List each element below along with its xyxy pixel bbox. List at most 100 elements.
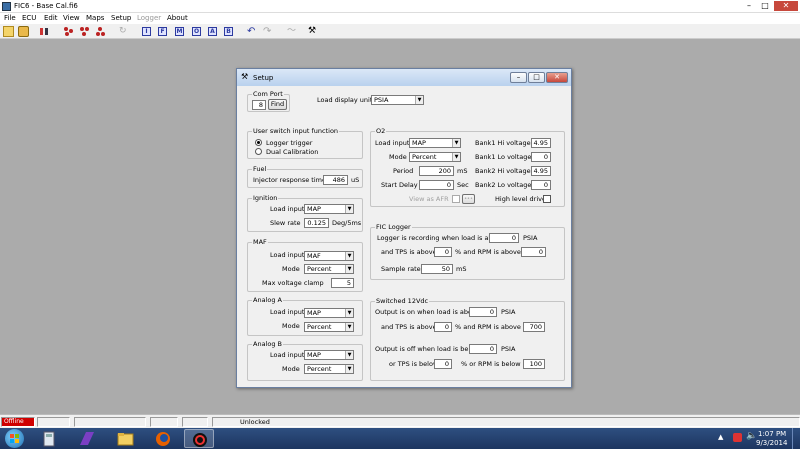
taskbar-date[interactable]: 9/3/2014 xyxy=(756,439,787,447)
output-off-tps-field[interactable]: 0 xyxy=(434,359,452,369)
dialog-minimize-button[interactable]: – xyxy=(510,72,527,83)
bank2-lo-field[interactable]: 0 xyxy=(531,180,551,190)
file-explorer-icon[interactable] xyxy=(110,429,140,448)
red-dots-icon-1[interactable] xyxy=(63,26,74,37)
afr-settings-button[interactable]: ••• xyxy=(462,194,475,204)
logger-recording-field[interactable]: 0 xyxy=(489,233,519,243)
analog-a-load-input-select[interactable]: MAP ▼ xyxy=(304,308,354,318)
o2-load-input-select[interactable]: MAP ▼ xyxy=(409,138,461,148)
dialog-close-button[interactable]: ✕ xyxy=(546,72,568,83)
toolbar-i-icon[interactable]: I xyxy=(142,27,151,36)
close-button[interactable]: ✕ xyxy=(774,1,798,11)
high-level-drive-checkbox[interactable] xyxy=(543,195,551,203)
status-cell-5 xyxy=(182,417,208,427)
start-delay-field[interactable]: 0 xyxy=(419,180,454,190)
toolbar-a-icon[interactable]: A xyxy=(208,27,217,36)
sample-rate-field[interactable]: 50 xyxy=(421,264,453,274)
find-button[interactable]: Find xyxy=(268,99,287,110)
o2-mode-value: Percent xyxy=(412,153,437,161)
output-off-field[interactable]: 0 xyxy=(469,344,497,354)
slew-rate-field[interactable]: 0.125 xyxy=(304,218,329,228)
output-on-tps-label: and TPS is above xyxy=(381,323,437,331)
bank1-hi-field[interactable]: 4.95 xyxy=(531,138,551,148)
status-bar: Offline Unlocked xyxy=(0,414,800,428)
red-dots-icon-2[interactable] xyxy=(79,26,90,37)
dual-calibration-radio[interactable] xyxy=(255,148,262,155)
chevron-down-icon: ▼ xyxy=(345,309,353,317)
o2-mode-select[interactable]: Percent ▼ xyxy=(409,152,461,162)
analog-b-load-input-label: Load input xyxy=(270,351,305,359)
maf-mode-value: Percent xyxy=(307,265,332,273)
setup-tools-icon[interactable]: ⚒ xyxy=(308,26,319,37)
analog-a-mode-label: Mode xyxy=(282,322,300,330)
menu-setup[interactable]: Setup xyxy=(111,14,131,22)
analog-b-load-input-select[interactable]: MAP ▼ xyxy=(304,350,354,360)
bank1-lo-field[interactable]: 0 xyxy=(531,152,551,162)
view-as-afr-checkbox[interactable] xyxy=(452,195,460,203)
logger-trigger-radio[interactable] xyxy=(255,139,262,146)
chevron-down-icon: ▼ xyxy=(415,96,423,104)
connect-icon[interactable] xyxy=(39,26,50,37)
output-on-field[interactable]: 0 xyxy=(469,307,497,317)
dialog-maximize-button[interactable]: □ xyxy=(528,72,545,83)
toolbar-b-icon[interactable]: B xyxy=(224,27,233,36)
start-delay-unit: Sec xyxy=(457,181,469,189)
maximize-button[interactable]: □ xyxy=(758,1,772,11)
menu-edit[interactable]: Edit xyxy=(44,14,58,22)
chevron-down-icon: ▼ xyxy=(452,139,460,147)
firefox-icon[interactable] xyxy=(148,429,178,448)
fuel-label: Fuel xyxy=(252,165,268,173)
logger-rpm-field[interactable]: 0 xyxy=(521,247,546,257)
analog-b-mode-select[interactable]: Percent ▼ xyxy=(304,364,354,374)
ignition-load-input-value: MAP xyxy=(307,205,321,213)
menu-view[interactable]: View xyxy=(63,14,80,22)
output-off-rpm-field[interactable]: 100 xyxy=(523,359,545,369)
redo-icon[interactable]: ↷ xyxy=(263,26,274,37)
calculator-icon[interactable] xyxy=(34,429,64,448)
logger-tps-field[interactable]: 0 xyxy=(434,247,452,257)
menu-maps[interactable]: Maps xyxy=(86,14,104,22)
user-switch-group: User switch input function Logger trigge… xyxy=(247,127,363,159)
injector-response-label: Injector response time xyxy=(253,176,326,184)
graph-disabled-icon[interactable]: 〜 xyxy=(287,26,298,37)
setup-tools-icon: ⚒ xyxy=(241,72,249,81)
onenote-icon[interactable] xyxy=(72,429,102,448)
undo-icon[interactable]: ↶ xyxy=(247,26,258,37)
start-button[interactable] xyxy=(5,429,24,448)
tray-flag-icon[interactable] xyxy=(733,433,742,442)
ignition-load-input-select[interactable]: MAP ▼ xyxy=(304,204,354,214)
open-file-icon[interactable] xyxy=(3,26,14,37)
bank2-hi-field[interactable]: 4.95 xyxy=(531,166,551,176)
period-field[interactable]: 200 xyxy=(419,166,454,176)
com-port-field[interactable]: 8 xyxy=(252,100,266,110)
output-on-tps-field[interactable]: 0 xyxy=(434,322,452,332)
max-voltage-clamp-field[interactable]: 5 xyxy=(331,278,354,288)
tray-chevron-up-icon[interactable]: ▲ xyxy=(718,433,723,441)
toolbar-o-icon[interactable]: O xyxy=(192,27,201,36)
slew-rate-label: Slew rate xyxy=(270,219,301,227)
o2-label: O2 xyxy=(375,127,387,135)
menu-ecu[interactable]: ECU xyxy=(22,14,36,22)
status-cell-2 xyxy=(37,417,70,427)
fic6-app-icon[interactable] xyxy=(184,429,214,448)
taskbar-time[interactable]: 1:07 PM xyxy=(758,430,786,438)
toolbar-f-icon[interactable]: F xyxy=(158,27,167,36)
injector-response-field[interactable]: 486 xyxy=(323,175,348,185)
maf-load-input-select[interactable]: MAF ▼ xyxy=(304,251,354,261)
open-folder-icon[interactable] xyxy=(18,26,29,37)
load-display-units-select[interactable]: PSIA ▼ xyxy=(371,95,424,105)
output-on-rpm-field[interactable]: 700 xyxy=(523,322,545,332)
menu-file[interactable]: File xyxy=(4,14,16,22)
refresh-disabled-icon[interactable]: ↻ xyxy=(119,26,130,37)
analog-a-mode-select[interactable]: Percent ▼ xyxy=(304,322,354,332)
show-desktop-button[interactable] xyxy=(792,428,800,449)
minimize-button[interactable]: – xyxy=(742,1,756,11)
maf-mode-select[interactable]: Percent ▼ xyxy=(304,264,354,274)
red-dots-icon-3[interactable] xyxy=(95,26,106,37)
menu-logger[interactable]: Logger xyxy=(137,14,161,22)
analog-a-load-input-label: Load input xyxy=(270,308,305,316)
user-switch-label: User switch input function xyxy=(252,127,340,135)
o2-mode-label: Mode xyxy=(389,153,407,161)
toolbar-m-icon[interactable]: M xyxy=(175,27,184,36)
menu-about[interactable]: About xyxy=(167,14,188,22)
